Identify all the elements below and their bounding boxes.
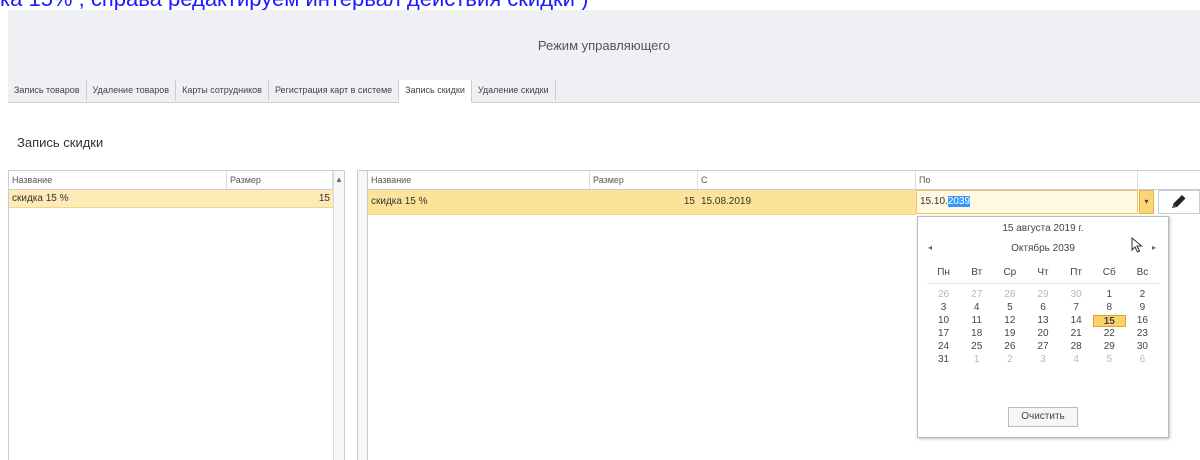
calendar-day[interactable]: 5 — [993, 302, 1026, 314]
weekday-label: Чт — [1026, 263, 1060, 284]
calendar-day[interactable]: 8 — [1093, 302, 1126, 314]
calendar-day[interactable]: 7 — [1060, 302, 1093, 314]
calendar-day[interactable]: 12 — [993, 315, 1026, 327]
calendar-day[interactable]: 21 — [1060, 328, 1093, 340]
calendar-day[interactable]: 9 — [1126, 302, 1159, 314]
row-indicator-bar — [358, 171, 368, 460]
column-header-from[interactable]: С — [698, 171, 916, 189]
weekday-label: Вт — [960, 263, 994, 284]
pencil-icon — [1172, 195, 1186, 208]
calendar-day[interactable]: 6 — [1126, 354, 1159, 366]
edit-button[interactable] — [1158, 190, 1200, 214]
date-picker-popup: 15 августа 2019 г. ◂ Октябрь 2039 ▸ Пн Вт… — [917, 216, 1169, 438]
calendar-day[interactable]: 30 — [1126, 341, 1159, 353]
date-dropdown-button[interactable]: ▾ — [1139, 190, 1154, 214]
calendar-day[interactable]: 1 — [1093, 289, 1126, 301]
calendar-day[interactable]: 28 — [993, 289, 1026, 301]
title-bar: Режим управляющего — [8, 10, 1200, 81]
table-row[interactable]: скидка 15 % 15 — [9, 190, 333, 208]
calendar-grid: Пн Вт Ср Чт Пт Сб Вс 26 27 28 29 30 1 2 3 4 5 6 7 8 9 10 11 12 1… — [927, 263, 1159, 366]
weekday-label: Ср — [993, 263, 1027, 284]
calendar-day[interactable]: 24 — [927, 341, 960, 353]
calendar-day[interactable]: 17 — [927, 328, 960, 340]
calendar-day[interactable]: 11 — [960, 315, 993, 327]
calendar-day[interactable]: 31 — [927, 354, 960, 366]
tab-employee-cards[interactable]: Карты сотрудников — [176, 80, 269, 101]
weekday-label: Пн — [927, 263, 961, 284]
calendar-day[interactable]: 10 — [927, 315, 960, 327]
chevron-right-icon[interactable]: ▸ — [1152, 243, 1156, 252]
column-header-size[interactable]: Размер — [227, 171, 333, 189]
calendar-day[interactable]: 13 — [1026, 315, 1059, 327]
calendar-day[interactable]: 2 — [993, 354, 1026, 366]
tab-delete-goods[interactable]: Удаление товаров — [87, 80, 177, 101]
calendar-day[interactable]: 1 — [960, 354, 993, 366]
window-title: Режим управляющего — [537, 38, 671, 53]
column-header-actions — [1138, 171, 1199, 189]
calendar-day[interactable]: 4 — [960, 302, 993, 314]
calendar-day[interactable]: 4 — [1060, 354, 1093, 366]
clear-button[interactable]: Очистить — [1008, 407, 1078, 427]
date-to-text: 15.10. — [920, 196, 948, 207]
calendar-day[interactable]: 14 — [1060, 315, 1093, 327]
tab-delete-discount[interactable]: Удаление скидки — [472, 80, 556, 101]
grid-header: Название Размер С По — [368, 171, 1200, 190]
calendar-day[interactable]: 2 — [1126, 289, 1159, 301]
cell-name: скидка 15 % — [371, 196, 428, 207]
mouse-pointer-icon — [1131, 237, 1143, 253]
calendar-day[interactable]: 30 — [1060, 289, 1093, 301]
calendar-day[interactable]: 27 — [1026, 341, 1059, 353]
date-to-selection: 2039 — [947, 196, 971, 207]
calendar-day[interactable]: 25 — [960, 341, 993, 353]
cell-size: 15 — [318, 193, 330, 204]
tab-strip: Запись товаров Удаление товаров Карты со… — [8, 80, 1200, 103]
calendar-day[interactable]: 3 — [1026, 354, 1059, 366]
calendar-day[interactable]: 16 — [1126, 315, 1159, 327]
calendar-day[interactable]: 15 — [1092, 315, 1126, 327]
tab-record-discount[interactable]: Запись скидки — [399, 80, 472, 103]
tab-card-registration[interactable]: Регистрация карт в системе — [269, 80, 400, 101]
table-row[interactable]: скидка 15 % 15 15.08.2019 — [368, 190, 916, 215]
column-header-name[interactable]: Название — [368, 171, 590, 189]
calendar-day[interactable]: 28 — [1060, 341, 1093, 353]
calendar-day[interactable]: 29 — [1026, 289, 1059, 301]
calendar-day[interactable]: 6 — [1026, 302, 1059, 314]
today-label[interactable]: 15 августа 2019 г. — [918, 223, 1168, 234]
column-header-name[interactable]: Название — [9, 171, 227, 189]
discount-list-grid: Название Размер скидка 15 % 15 ▲ — [8, 170, 345, 460]
calendar-day[interactable]: 26 — [927, 289, 960, 301]
calendar-day[interactable]: 23 — [1126, 328, 1159, 340]
column-header-to[interactable]: По — [916, 171, 1138, 189]
calendar-day[interactable]: 19 — [993, 328, 1026, 340]
column-header-size[interactable]: Размер — [590, 171, 698, 189]
date-to-input[interactable]: 15.10.2039 — [916, 190, 1138, 214]
calendar-day[interactable]: 5 — [1093, 354, 1126, 366]
calendar-day[interactable]: 22 — [1093, 328, 1126, 340]
tab-record-goods[interactable]: Запись товаров — [8, 80, 87, 101]
cell-from: 15.08.2019 — [701, 196, 752, 207]
cell-name: скидка 15 % — [12, 193, 69, 204]
grid-header: Название Размер — [9, 171, 344, 190]
weekday-label: Сб — [1092, 263, 1126, 284]
vertical-scrollbar[interactable]: ▲ — [333, 171, 344, 460]
calendar-day[interactable]: 3 — [927, 302, 960, 314]
chevron-down-icon: ▾ — [1144, 197, 1149, 206]
calendar-day[interactable]: 29 — [1093, 341, 1126, 353]
arrow-up-icon[interactable]: ▲ — [334, 171, 344, 189]
cell-size: 15 — [683, 196, 695, 207]
calendar-day[interactable]: 20 — [1026, 328, 1059, 340]
weekday-label: Пт — [1059, 263, 1093, 284]
calendar-day[interactable]: 27 — [960, 289, 993, 301]
calendar-day[interactable]: 26 — [993, 341, 1026, 353]
section-title: Запись скидки — [17, 135, 104, 150]
calendar-day[interactable]: 18 — [960, 328, 993, 340]
weekday-label: Вс — [1125, 263, 1159, 284]
